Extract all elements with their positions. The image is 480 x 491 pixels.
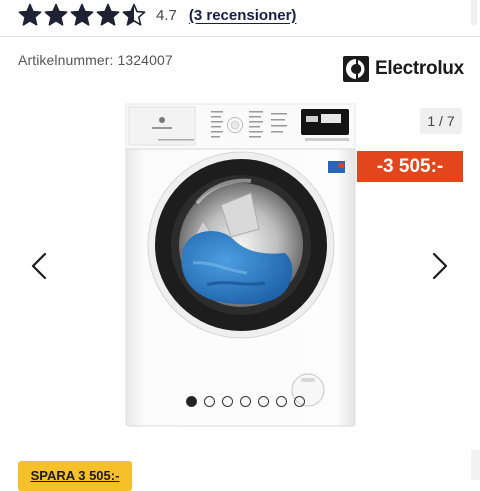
gallery-dot[interactable]: [240, 396, 251, 407]
product-image[interactable]: [125, 103, 356, 427]
discount-badge: -3 505:-: [357, 151, 463, 182]
star-half-icon: [122, 3, 146, 26]
gallery-dot[interactable]: [258, 396, 269, 407]
save-badge: SPARA 3 505:-: [18, 461, 132, 491]
next-image-button[interactable]: [425, 246, 455, 286]
brand-logo: Electrolux: [343, 56, 464, 82]
star-full-icon: [96, 3, 120, 26]
star-full-icon: [18, 3, 42, 26]
divider: [0, 36, 480, 37]
washing-machine-image: [125, 103, 356, 427]
scroll-hint: [471, 0, 477, 25]
gallery-dots: [186, 396, 305, 407]
image-counter: 1 / 7: [420, 108, 462, 134]
side-panel-edge: [471, 450, 480, 480]
chevron-right-icon: [432, 252, 448, 280]
chevron-left-icon: [31, 252, 47, 280]
star-rating: [18, 3, 146, 27]
gallery-dot[interactable]: [222, 396, 233, 407]
star-full-icon: [70, 3, 94, 26]
gallery-dot[interactable]: [204, 396, 215, 407]
rating-row: 4.7 (3 recensioner): [18, 2, 296, 28]
star-full-icon: [44, 3, 68, 26]
previous-image-button[interactable]: [24, 246, 54, 286]
article-number: Artikelnummer: 1324007: [18, 52, 173, 68]
gallery-dot[interactable]: [276, 396, 287, 407]
reviews-link[interactable]: (3 recensioner): [189, 7, 297, 24]
brand-name: Electrolux: [375, 58, 464, 79]
rating-value: 4.7: [156, 6, 177, 24]
gallery-dot[interactable]: [186, 396, 197, 407]
electrolux-logo-icon: [343, 56, 369, 82]
gallery-dot[interactable]: [294, 396, 305, 407]
